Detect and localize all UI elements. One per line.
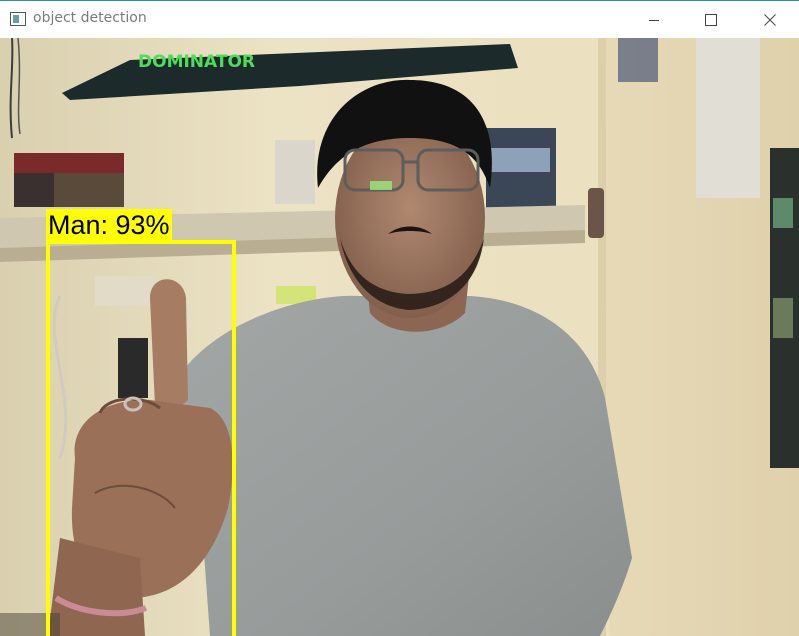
opencv-window-icon [10, 12, 26, 26]
detection-label: Man: 93% [46, 209, 172, 241]
grey-tshirt [177, 295, 632, 636]
maximize-button[interactable] [688, 1, 734, 38]
minimize-button[interactable] [631, 1, 677, 38]
minimize-icon [649, 19, 659, 21]
object-detection-window: object detection DOMINATOR Man: 93% [0, 0, 799, 636]
camera-frame: DOMINATOR Man: 93% [0, 38, 799, 636]
bat-brand-text: DOMINATOR [138, 52, 255, 72]
detection-bounding-box [46, 240, 236, 636]
close-button[interactable] [747, 1, 793, 38]
title-bar[interactable]: object detection [0, 0, 799, 38]
maximize-icon [705, 13, 717, 26]
window-title: object detection [33, 10, 147, 26]
close-icon [764, 13, 776, 26]
